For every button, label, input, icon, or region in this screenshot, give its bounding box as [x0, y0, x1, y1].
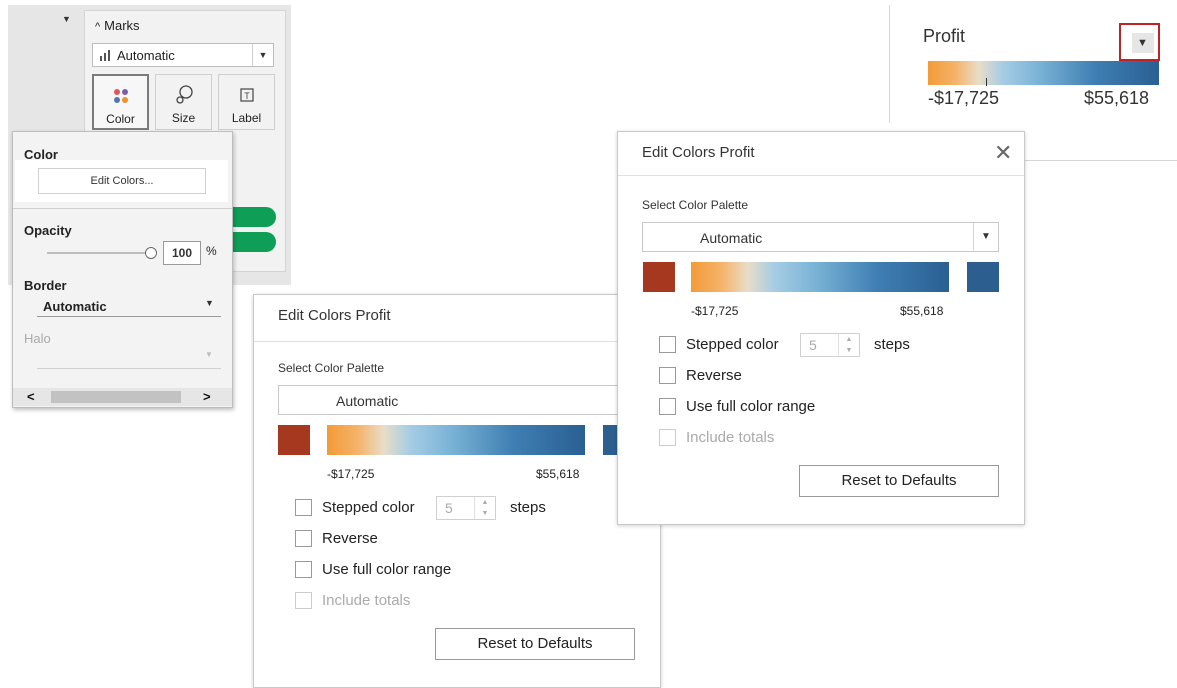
label-button-label: Label	[231, 111, 262, 125]
zero-tick	[986, 78, 987, 86]
range-max-label: $55,618	[536, 467, 580, 481]
mark-type-value: Automatic	[117, 48, 175, 63]
halo-title: Halo	[24, 331, 51, 346]
divider	[13, 208, 232, 209]
negative-color-swatch[interactable]	[643, 262, 675, 292]
horizontal-scrollbar[interactable]: < >	[13, 388, 232, 406]
stepped-color-checkbox[interactable]	[295, 499, 312, 516]
chevron-up-icon[interactable]: ^	[95, 21, 100, 33]
range-max-label: $55,618	[900, 304, 944, 318]
svg-text:T: T	[244, 91, 250, 101]
palette-select[interactable]: Automatic	[278, 385, 618, 415]
stepped-color-checkbox[interactable]	[659, 336, 676, 353]
text-label-icon: T	[239, 88, 254, 102]
palette-select-value: Automatic	[700, 230, 763, 246]
scroll-right-icon[interactable]: >	[203, 388, 211, 406]
steps-value: 5	[809, 337, 817, 353]
edit-colors-dialog: Edit Colors Profit Select Color Palette …	[253, 294, 661, 688]
reverse-label: Reverse	[686, 367, 742, 384]
range-min-label: -$17,725	[691, 304, 739, 318]
scrollbar-thumb[interactable]	[51, 391, 181, 403]
dialog-title: Edit Colors Profit	[278, 307, 391, 324]
reset-defaults-button[interactable]: Reset to Defaults	[435, 628, 635, 660]
legend-border	[1018, 160, 1177, 161]
palette-label: Select Color Palette	[278, 361, 385, 375]
color-button-label: Color	[106, 112, 135, 126]
mark-type-select[interactable]: Automatic ▼	[92, 43, 274, 67]
marks-title: Marks	[104, 18, 140, 33]
dialog-title: Edit Colors Profit	[642, 144, 755, 161]
opacity-unit: %	[206, 244, 217, 258]
steps-label: steps	[874, 336, 910, 353]
stepper-arrows-icon[interactable]: ▲ ▼	[474, 497, 495, 519]
size-button[interactable]: Size	[155, 74, 212, 130]
scroll-left-icon[interactable]: <	[27, 388, 35, 406]
palette-select[interactable]: Automatic ▼	[642, 222, 999, 252]
full-color-range-label: Use full color range	[686, 398, 816, 415]
border-select-underline	[37, 316, 221, 317]
color-ramp	[691, 262, 949, 292]
include-totals-checkbox	[659, 429, 676, 446]
reverse-checkbox[interactable]	[659, 367, 676, 384]
steps-label: steps	[510, 499, 546, 516]
stepped-color-label: Stepped color	[686, 336, 779, 353]
steps-stepper[interactable]: 5 ▲ ▼	[436, 496, 496, 520]
dropdown-arrow-icon[interactable]: ▼	[973, 223, 998, 251]
dropdown-arrow-icon[interactable]: ▼	[62, 14, 71, 24]
opacity-slider-handle[interactable]	[145, 247, 157, 259]
steps-stepper[interactable]: 5 ▲ ▼	[800, 333, 860, 357]
color-ramp	[327, 425, 585, 455]
negative-color-swatch[interactable]	[278, 425, 310, 455]
edit-colors-button[interactable]: Edit Colors...	[38, 168, 206, 194]
positive-color-swatch[interactable]	[967, 262, 999, 292]
palette-select-value: Automatic	[336, 393, 399, 409]
color-popup: Color Edit Colors... Opacity 100 % Borde…	[12, 131, 233, 408]
label-button[interactable]: T Label	[218, 74, 275, 130]
dropdown-arrow-icon[interactable]: ▼	[252, 44, 273, 66]
close-icon[interactable]: ✕	[994, 142, 1012, 164]
stepper-arrows-icon[interactable]: ▲ ▼	[838, 334, 859, 356]
opacity-input[interactable]: 100	[163, 241, 201, 265]
opacity-slider-track[interactable]	[47, 252, 145, 254]
bar-chart-icon	[100, 50, 112, 61]
color-button[interactable]: Color	[92, 74, 149, 130]
border-title: Border	[24, 278, 67, 293]
legend-color-ramp	[928, 61, 1159, 85]
reverse-label: Reverse	[322, 530, 378, 547]
legend-title: Profit	[923, 26, 966, 46]
size-button-label: Size	[171, 111, 196, 125]
range-min-label: -$17,725	[327, 467, 375, 481]
opacity-title: Opacity	[24, 223, 72, 238]
full-color-range-checkbox[interactable]	[295, 561, 312, 578]
dropdown-arrow-icon[interactable]: ▼	[205, 298, 214, 308]
divider	[618, 175, 1024, 176]
legend-min-label: -$17,725	[928, 88, 1000, 108]
edit-colors-dialog: Edit Colors Profit ✕ Select Color Palett…	[617, 131, 1025, 525]
divider	[254, 341, 660, 342]
legend-border	[889, 5, 890, 123]
marks-card-header[interactable]: ^ Marks	[95, 18, 140, 33]
dropdown-arrow-icon[interactable]: ▼	[1137, 34, 1148, 52]
include-totals-label: Include totals	[322, 592, 411, 609]
reset-defaults-button[interactable]: Reset to Defaults	[799, 465, 999, 497]
full-color-range-label: Use full color range	[322, 561, 452, 578]
stepped-color-label: Stepped color	[322, 499, 415, 516]
full-color-range-checkbox[interactable]	[659, 398, 676, 415]
color-dots-icon	[113, 89, 128, 103]
halo-select-underline	[37, 368, 221, 369]
legend-max-label: $55,618	[1084, 88, 1150, 108]
include-totals-checkbox	[295, 592, 312, 609]
positive-color-swatch[interactable]	[603, 425, 617, 455]
dropdown-arrow-icon: ▼	[205, 350, 213, 359]
border-select-value[interactable]: Automatic	[43, 299, 107, 314]
size-icon	[175, 85, 193, 104]
steps-value: 5	[445, 500, 453, 516]
include-totals-label: Include totals	[686, 429, 775, 446]
palette-label: Select Color Palette	[642, 198, 749, 212]
reverse-checkbox[interactable]	[295, 530, 312, 547]
